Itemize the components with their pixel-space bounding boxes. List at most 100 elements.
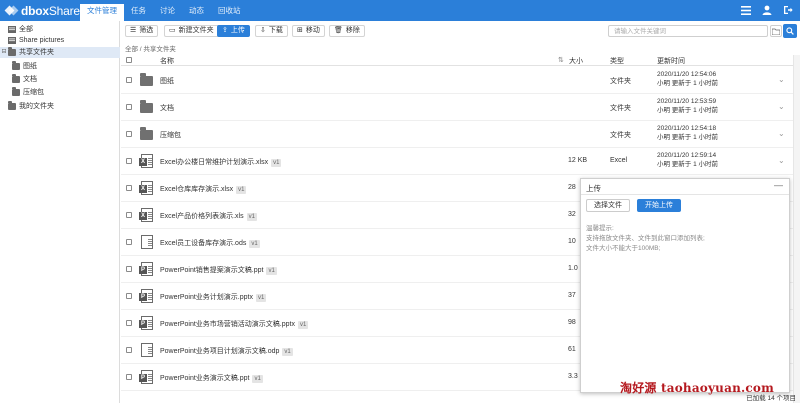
sidebar-item-label: 图纸 — [23, 63, 37, 70]
file-type: 文件夹 — [610, 132, 631, 139]
file-size: 28 — [568, 184, 576, 191]
sidebar-item-label: 我的文件夹 — [19, 103, 54, 110]
nav-discussion[interactable]: 讨论 — [153, 0, 182, 21]
row-menu-chevron-icon[interactable]: ⌄ — [778, 156, 785, 165]
version-badge: v1 — [297, 321, 309, 329]
sidebar-item-all[interactable]: 全部 — [0, 24, 120, 35]
file-name[interactable]: Excel办公楼日常维护计划演示.xlsx v1 — [160, 157, 282, 167]
sidebar-item-label: 全部 — [19, 26, 33, 33]
file-name[interactable]: PowerPoint销售提案演示文稿.ppt v1 — [160, 265, 277, 275]
sidebar-item-share-pictures[interactable]: Share pictures — [0, 35, 120, 46]
row-checkbox[interactable] — [126, 77, 132, 83]
new-folder-button[interactable]: ▭ 新建文件夹 — [164, 25, 219, 37]
file-name[interactable]: PowerPoint业务演示文稿.ppt v1 — [160, 373, 263, 383]
user-icon[interactable] — [761, 4, 773, 16]
list-icon — [8, 37, 16, 44]
file-size: 98 — [568, 319, 576, 326]
sidebar-item-shared-folder[interactable]: ⊟ 共享文件夹 — [0, 47, 120, 58]
start-upload-button[interactable]: 开始上传 — [637, 199, 681, 212]
advanced-filter-button[interactable] — [770, 25, 782, 37]
download-icon: ⇩ — [260, 27, 266, 34]
row-checkbox[interactable] — [126, 185, 132, 191]
updated-time: 2020/11/20 12:54:06 — [657, 71, 717, 78]
upload-panel-title: 上传 — [586, 184, 601, 193]
choose-file-button[interactable]: 选择文件 — [586, 199, 630, 212]
file-size: 12 KB — [568, 157, 588, 164]
row-checkbox[interactable] — [126, 239, 132, 245]
powerpoint-file-icon: P — [139, 316, 153, 330]
file-name-text: Excel产品价格列表演示.xls — [160, 213, 244, 220]
file-name-text: Excel员工设备库存演示.ods — [160, 240, 247, 247]
row-checkbox[interactable] — [126, 347, 132, 353]
nav-tasks[interactable]: 任务 — [124, 0, 153, 21]
sidebar-item-label: Share pictures — [19, 37, 65, 44]
powerpoint-file-icon: P — [139, 370, 153, 384]
file-size: 3.3 — [568, 373, 578, 380]
table-row[interactable]: 图纸 文件夹 2020/11/20 12:54:06 小明 更新于 1 小时前 ⌄ — [121, 67, 800, 94]
sidebar-item-my-folder[interactable]: 我的文件夹 — [0, 101, 120, 112]
menu-icon[interactable] — [740, 4, 752, 16]
search-icon — [786, 27, 794, 35]
row-menu-chevron-icon[interactable]: ⌄ — [778, 75, 785, 84]
top-bar: dboxShare 文件管理 任务 讨论 动态 回收站 — [0, 0, 800, 21]
vertical-scrollbar[interactable] — [793, 55, 800, 403]
file-name[interactable]: Excel员工设备库存演示.ods v1 — [160, 238, 260, 248]
filter-button[interactable]: ☰ 筛选 — [125, 25, 159, 37]
table-row[interactable]: 文档 文件夹 2020/11/20 12:53:59 小明 更新于 1 小时前 ⌄ — [121, 94, 800, 121]
app-logo[interactable]: dboxShare — [4, 3, 80, 18]
row-menu-chevron-icon[interactable]: ⌄ — [778, 129, 785, 138]
file-name[interactable]: PowerPoint业务项目计划演示文稿.odp v1 — [160, 346, 293, 356]
col-type-header[interactable]: 类型 — [610, 56, 624, 66]
file-name[interactable]: Excel产品价格列表演示.xls v1 — [160, 211, 257, 221]
row-checkbox[interactable] — [126, 293, 132, 299]
table-row[interactable]: 压缩包 文件夹 2020/11/20 12:54:18 小明 更新于 1 小时前 ⌄ — [121, 121, 800, 148]
file-name[interactable]: 图纸 — [160, 76, 174, 86]
powerpoint-file-icon: P — [139, 262, 153, 276]
move-button[interactable]: ⊞ 移动 — [292, 25, 325, 37]
row-checkbox[interactable] — [126, 320, 132, 326]
upload-button[interactable]: ⇪ 上传 — [217, 25, 250, 37]
select-all-checkbox[interactable] — [126, 57, 132, 63]
file-name[interactable]: 压缩包 — [160, 130, 181, 140]
sidebar-item-drawings[interactable]: 图纸 — [0, 61, 120, 72]
table-row[interactable]: X Excel办公楼日常维护计划演示.xlsx v1 12 KB Excel 2020/1… — [121, 148, 800, 175]
updated-info: 2020/11/20 12:53:59 小明 更新于 1 小时前 — [657, 97, 718, 115]
nav-activity[interactable]: 动态 — [182, 0, 211, 21]
row-menu-chevron-icon[interactable]: ⌄ — [778, 102, 785, 111]
file-name-text: Excel办公楼日常维护计划演示.xlsx — [160, 159, 269, 166]
file-name[interactable]: 文档 — [160, 103, 174, 113]
version-badge: v1 — [246, 213, 257, 221]
nav-file-management[interactable]: 文件管理 — [80, 4, 124, 21]
file-name-text: PowerPoint业务演示文稿.ppt — [160, 375, 250, 382]
nav-recycle-bin[interactable]: 回收站 — [211, 0, 248, 21]
col-updated-header[interactable]: 更新时间 — [657, 56, 685, 66]
folder-icon — [140, 73, 153, 87]
updated-info: 2020/11/20 12:54:18 小明 更新于 1 小时前 — [657, 124, 718, 142]
col-name-header[interactable]: 名称 — [160, 56, 174, 66]
logout-icon[interactable] — [782, 4, 794, 16]
collapse-icon[interactable]: ⊟ — [0, 47, 8, 58]
row-checkbox[interactable] — [126, 158, 132, 164]
sidebar-item-archives[interactable]: 压缩包 — [0, 87, 120, 98]
file-name[interactable]: PowerPoint业务市场营销活动演示文稿.pptx v1 — [160, 319, 309, 329]
sidebar-item-documents[interactable]: 文档 — [0, 74, 120, 85]
download-button[interactable]: ⇩ 下载 — [255, 25, 288, 37]
file-name[interactable]: PowerPoint业务计划演示.pptx v1 — [160, 292, 267, 302]
row-checkbox[interactable] — [126, 131, 132, 137]
file-name[interactable]: Excel仓库库存演示.xlsx v1 — [160, 184, 247, 194]
sort-icon[interactable]: ⇅ — [558, 56, 564, 64]
file-name-text: PowerPoint业务项目计划演示文稿.odp — [160, 348, 280, 355]
row-checkbox[interactable] — [126, 212, 132, 218]
folder-icon — [140, 127, 153, 141]
minimize-icon[interactable]: — — [774, 180, 783, 190]
col-size-header[interactable]: 大小 — [569, 56, 583, 66]
file-name-text: PowerPoint业务市场营销活动演示文稿.pptx — [160, 321, 295, 328]
row-checkbox[interactable] — [126, 104, 132, 110]
updated-by: 小明 更新于 1 小时前 — [657, 134, 719, 141]
search-input[interactable] — [608, 25, 768, 37]
toolbar: ☰ 筛选 ▭ 新建文件夹 ⇪ 上传 ⇩ 下载 ⊞ 移动 🗑 移除 — [121, 21, 800, 41]
row-checkbox[interactable] — [126, 266, 132, 272]
row-checkbox[interactable] — [126, 374, 132, 380]
search-button[interactable] — [783, 24, 797, 38]
remove-button[interactable]: 🗑 移除 — [329, 25, 365, 37]
